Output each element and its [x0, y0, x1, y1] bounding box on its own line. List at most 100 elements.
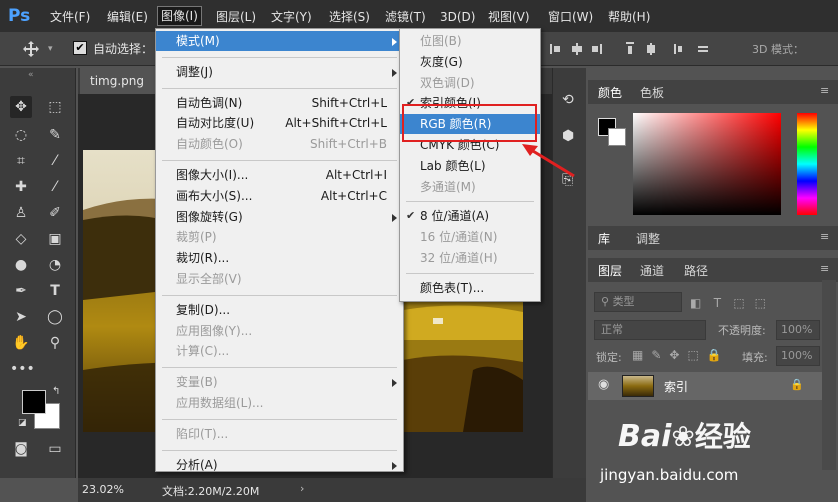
- opacity-field[interactable]: 100%: [776, 320, 820, 340]
- fill-field[interactable]: 100%: [776, 346, 820, 366]
- menu-item-image-menu-22[interactable]: 陷印(T)...: [156, 424, 403, 444]
- gradient-tool-icon[interactable]: ▣: [44, 228, 66, 250]
- default-colors-icon[interactable]: ◪: [18, 418, 27, 428]
- panel-menu-icon[interactable]: ≡: [820, 262, 829, 275]
- menu-item-image-menu-16[interactable]: 应用图像(Y)...: [156, 321, 403, 341]
- layer-filter-select[interactable]: ⚲ 类型: [594, 292, 682, 312]
- menu-7[interactable]: 3D(D): [440, 8, 475, 26]
- more-tools-icon[interactable]: •••: [10, 358, 35, 380]
- menu-4[interactable]: 文字(Y): [271, 8, 312, 26]
- lasso-tool-icon[interactable]: ◌: [10, 124, 32, 146]
- zoom-tool-icon[interactable]: ⚲: [44, 332, 66, 354]
- tab-libraries[interactable]: 库: [598, 230, 610, 247]
- hue-slider[interactable]: [797, 113, 817, 215]
- quick-mask-icon[interactable]: ◙: [10, 438, 32, 460]
- menu-item-image-menu-6[interactable]: 自动颜色(O) Shift+Ctrl+B: [156, 134, 403, 154]
- color-panel-tabs: 颜色 色板 ≡: [588, 80, 838, 104]
- tab-channels[interactable]: 通道: [640, 262, 664, 279]
- menu-item-mode-submenu-1[interactable]: 灰度(G): [400, 52, 540, 72]
- tab-paths[interactable]: 路径: [684, 262, 708, 279]
- menu-3[interactable]: 图层(L): [216, 8, 256, 26]
- history-brush-tool-icon[interactable]: ✐: [44, 202, 66, 224]
- layers-scrollbar[interactable]: [822, 280, 836, 470]
- blur-tool-icon[interactable]: ●: [10, 254, 32, 276]
- menu-item-mode-submenu-10[interactable]: 16 位/通道(N): [400, 227, 540, 247]
- menu-item-image-menu-10[interactable]: 图像旋转(G): [156, 207, 403, 227]
- menu-item-image-menu-20[interactable]: 应用数据组(L)...: [156, 393, 403, 413]
- menu-item-mode-submenu-9[interactable]: ✔ 8 位/通道(A): [400, 206, 540, 226]
- visibility-eye-icon[interactable]: ◉: [598, 377, 609, 392]
- foreground-color-swatch[interactable]: [22, 390, 46, 414]
- dropdown-arrow-icon[interactable]: ▾: [48, 44, 53, 54]
- move-tool-icon[interactable]: ✥: [10, 96, 32, 118]
- quick-select-tool-icon[interactable]: ✎: [44, 124, 66, 146]
- swap-colors-icon[interactable]: ↰: [52, 386, 60, 397]
- collapse-icon[interactable]: «: [28, 70, 34, 80]
- tab-swatches[interactable]: 色板: [640, 84, 664, 101]
- stamp-tool-icon[interactable]: ♙: [10, 202, 32, 224]
- menu-0[interactable]: 文件(F): [50, 8, 90, 26]
- menu-item-image-menu-24[interactable]: 分析(A): [156, 455, 403, 475]
- marquee-tool-icon[interactable]: ⬚: [44, 96, 66, 118]
- blend-mode-select[interactable]: 正常: [594, 320, 706, 340]
- brush-tool-icon[interactable]: ⁄: [44, 176, 66, 198]
- menu-item-image-menu-12[interactable]: 裁切(R)...: [156, 248, 403, 268]
- menu-item-mode-submenu-0[interactable]: 位图(B): [400, 31, 540, 51]
- menu-item-image-menu-11[interactable]: 裁剪(P): [156, 227, 403, 247]
- menu-item-label: 变量(B): [176, 375, 218, 390]
- menu-item-image-menu-17[interactable]: 计算(C)...: [156, 341, 403, 361]
- menu-item-image-menu-8[interactable]: 图像大小(I)... Alt+Ctrl+I: [156, 165, 403, 185]
- move-tool-icon[interactable]: [22, 40, 40, 58]
- zoom-level[interactable]: 23.02%: [82, 483, 124, 496]
- menu-8[interactable]: 视图(V): [488, 8, 530, 26]
- color-picker-field[interactable]: [633, 113, 781, 215]
- menu-6[interactable]: 滤镜(T): [385, 8, 426, 26]
- healing-tool-icon[interactable]: ✚: [10, 176, 32, 198]
- menu-separator: [162, 160, 397, 161]
- menu-item-image-menu-13[interactable]: 显示全部(V): [156, 269, 403, 289]
- menu-item-image-menu-15[interactable]: 复制(D)...: [156, 300, 403, 320]
- menu-9[interactable]: 窗口(W): [548, 8, 593, 26]
- layer-row[interactable]: ◉ 索引 🔒: [588, 372, 822, 400]
- layer-thumbnail: [622, 375, 654, 397]
- tab-adjustments[interactable]: 调整: [636, 230, 660, 247]
- menu-1[interactable]: 编辑(E): [107, 8, 148, 26]
- crop-tool-icon[interactable]: ⌗: [10, 150, 32, 172]
- type-tool-icon[interactable]: T: [44, 280, 66, 302]
- menu-item-image-menu-4[interactable]: 自动色调(N) Shift+Ctrl+L: [156, 93, 403, 113]
- ellipse-tool-icon[interactable]: ◯: [44, 306, 66, 328]
- menu-item-mode-submenu-13[interactable]: 颜色表(T)...: [400, 278, 540, 298]
- menu-item-label: 自动对比度(U): [176, 116, 255, 131]
- dodge-tool-icon[interactable]: ◔: [44, 254, 66, 276]
- tab-color[interactable]: 颜色: [598, 84, 622, 101]
- panel-menu-icon[interactable]: ≡: [820, 230, 829, 243]
- pen-tool-icon[interactable]: ✒: [10, 280, 32, 302]
- layer-filter-icons[interactable]: ◧Ｔ⬚⬚: [690, 294, 776, 311]
- color-bg-swatch[interactable]: [608, 128, 626, 146]
- history-panel-icon[interactable]: ⟲: [562, 92, 574, 108]
- menu-item-image-menu-5[interactable]: 自动对比度(U) Alt+Shift+Ctrl+L: [156, 113, 403, 133]
- menu-item-image-menu-0[interactable]: 模式(M): [156, 31, 403, 51]
- hand-tool-icon[interactable]: ✋: [10, 332, 32, 354]
- document-tab[interactable]: timg.png @: [80, 68, 156, 114]
- menu-item-image-menu-19[interactable]: 变量(B): [156, 372, 403, 392]
- status-menu-arrow[interactable]: ›: [300, 482, 304, 495]
- tab-layers[interactable]: 图层: [598, 262, 622, 279]
- lock-icons[interactable]: ▦✎✥⬚🔒: [632, 348, 730, 362]
- panel-menu-icon[interactable]: ≡: [820, 84, 829, 97]
- path-select-tool-icon[interactable]: ➤: [10, 306, 32, 328]
- menu-5[interactable]: 选择(S): [329, 8, 370, 26]
- screen-mode-icon[interactable]: ▭: [44, 438, 66, 460]
- menu-2[interactable]: 图像(I): [157, 6, 202, 26]
- eraser-tool-icon[interactable]: ◇: [10, 228, 32, 250]
- check-icon: ✔: [406, 209, 416, 223]
- auto-select-checkbox[interactable]: ✔: [73, 41, 87, 55]
- layer-filter-label: 类型: [612, 295, 635, 308]
- menu-item-mode-submenu-2[interactable]: 双色调(D): [400, 73, 540, 93]
- eyedropper-tool-icon[interactable]: ⁄: [44, 150, 66, 172]
- menu-item-image-menu-9[interactable]: 画布大小(S)... Alt+Ctrl+C: [156, 186, 403, 206]
- menu-item-mode-submenu-11[interactable]: 32 位/通道(H): [400, 248, 540, 268]
- submenu-arrow-icon: [392, 213, 397, 222]
- menu-10[interactable]: 帮助(H): [608, 8, 650, 26]
- menu-item-image-menu-2[interactable]: 调整(J): [156, 62, 403, 82]
